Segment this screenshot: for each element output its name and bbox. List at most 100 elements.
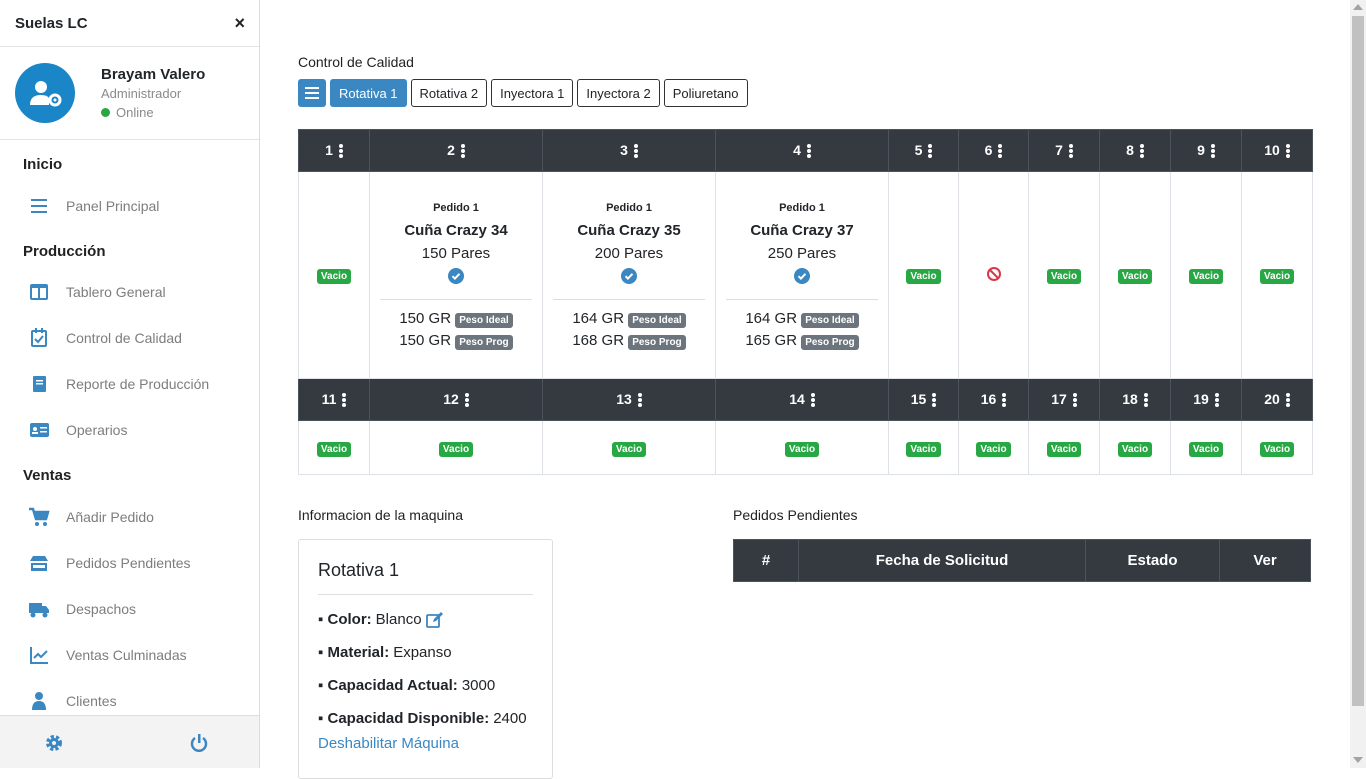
- kebab-menu-icon[interactable]: [342, 392, 347, 408]
- slot-cell[interactable]: [958, 171, 1029, 379]
- book-icon: [33, 376, 46, 392]
- scroll-down-arrow[interactable]: [1353, 757, 1363, 763]
- slot-cell[interactable]: Vacio: [1170, 171, 1242, 379]
- slot-header: 9: [1170, 129, 1242, 172]
- kebab-menu-icon[interactable]: [928, 143, 933, 159]
- weight-ideal-row: 164 GR Peso Ideal: [543, 310, 715, 328]
- slot-header: 13: [542, 378, 716, 421]
- edit-icon[interactable]: [425, 611, 444, 628]
- sidebar-item-label: Pedidos Pendientes: [66, 555, 191, 571]
- column-header[interactable]: Estado: [1085, 539, 1220, 582]
- user-icon: [32, 692, 46, 710]
- brand-header: Suelas LC ×: [0, 0, 259, 47]
- kebab-menu-icon[interactable]: [1285, 392, 1290, 408]
- kebab-menu-icon[interactable]: [932, 392, 937, 408]
- power-icon[interactable]: [189, 733, 209, 753]
- sidebar-item-label: Tablero General: [66, 284, 166, 300]
- sidebar-item-tablero-general[interactable]: Tablero General: [28, 279, 166, 305]
- empty-badge: Vacio: [1259, 269, 1295, 284]
- calendar-check-icon: [31, 328, 47, 347]
- slot-cell[interactable]: Vacio: [1028, 171, 1100, 379]
- slot-cell[interactable]: Vacio: [958, 420, 1029, 475]
- slot-number: 5: [914, 141, 923, 158]
- kebab-menu-icon[interactable]: [806, 143, 811, 159]
- column-header[interactable]: #: [733, 539, 799, 582]
- store-icon: [30, 556, 48, 571]
- slot-cell[interactable]: Vacio: [298, 420, 370, 475]
- scrollbar-thumb[interactable]: [1352, 16, 1364, 706]
- slot-cell[interactable]: Vacio: [1241, 171, 1313, 379]
- sidebar-item-panel-principal[interactable]: Panel Principal: [28, 193, 159, 219]
- kebab-menu-icon[interactable]: [1214, 392, 1219, 408]
- kebab-menu-icon[interactable]: [1285, 143, 1290, 159]
- kebab-menu-icon[interactable]: [464, 392, 469, 408]
- status-dot: [101, 108, 110, 117]
- slot-cell[interactable]: Vacio: [715, 420, 889, 475]
- kebab-menu-icon[interactable]: [633, 143, 638, 159]
- slot-cell[interactable]: Vacio: [1028, 420, 1100, 475]
- tab-rotativa-2[interactable]: Rotativa 2: [410, 79, 488, 107]
- sidebar-item-control-calidad[interactable]: Control de Calidad: [28, 325, 182, 351]
- slot-cell[interactable]: Pedido 1 Cuña Crazy 34 150 Pares 150 GR Pes…: [369, 171, 543, 379]
- disable-machine-link[interactable]: Deshabilitar Máquina: [318, 735, 552, 752]
- slot-cell[interactable]: Vacio: [1170, 420, 1242, 475]
- tab-inyectora-2[interactable]: Inyectora 2: [577, 79, 660, 107]
- sidebar-item-ventas-culminadas[interactable]: Ventas Culminadas: [28, 642, 187, 668]
- slot-cell[interactable]: Vacio: [1099, 420, 1171, 475]
- slot-header: 2: [369, 129, 543, 172]
- machine-info-title: Informacion de la maquina: [298, 507, 463, 523]
- scroll-up-arrow[interactable]: [1353, 4, 1363, 10]
- kebab-menu-icon[interactable]: [1139, 143, 1144, 159]
- kebab-menu-icon[interactable]: [998, 143, 1003, 159]
- kebab-menu-icon[interactable]: [1143, 392, 1148, 408]
- pairs-count: 250 Pares: [767, 245, 837, 262]
- slot-cell[interactable]: Vacio: [542, 420, 716, 475]
- close-icon[interactable]: ×: [234, 13, 245, 34]
- sidebar-item-operarios[interactable]: Operarios: [28, 417, 127, 443]
- slot-number: 19: [1193, 390, 1209, 407]
- gear-icon[interactable]: [44, 733, 64, 753]
- sidebar-item-despachos[interactable]: Despachos: [28, 596, 136, 622]
- section-inicio: Inicio: [23, 156, 63, 173]
- slot-cell[interactable]: Pedido 1 Cuña Crazy 35 200 Pares 164 GR Pes…: [542, 171, 716, 379]
- order-label: Pedido 1: [779, 202, 825, 214]
- sidebar-item-reporte-produccion[interactable]: Reporte de Producción: [28, 371, 209, 397]
- kebab-menu-icon[interactable]: [810, 392, 815, 408]
- kebab-menu-icon[interactable]: [460, 143, 465, 159]
- sidebar-item-clientes[interactable]: Clientes: [28, 688, 117, 714]
- kebab-menu-icon[interactable]: [338, 143, 343, 159]
- order-label: Pedido 1: [606, 202, 652, 214]
- tab-poliuretano[interactable]: Poliuretano: [663, 79, 748, 107]
- check-circle-icon: [794, 268, 810, 284]
- weight-prog-badge: Peso Prog: [801, 335, 859, 350]
- kebab-menu-icon[interactable]: [1002, 392, 1007, 408]
- sidebar-item-label: Panel Principal: [66, 198, 160, 214]
- menu-toggle-button[interactable]: [298, 79, 326, 107]
- slot-number: 17: [1051, 390, 1067, 407]
- column-header[interactable]: Ver: [1219, 539, 1311, 582]
- weight-prog-badge: Peso Prog: [455, 335, 513, 350]
- kebab-menu-icon[interactable]: [1210, 143, 1215, 159]
- slot-number: 15: [910, 390, 927, 407]
- slot-cell[interactable]: Pedido 1 Cuña Crazy 37 250 Pares 164 GR Pes…: [715, 171, 889, 379]
- kebab-menu-icon[interactable]: [1072, 392, 1077, 408]
- sidebar-item-label: Añadir Pedido: [66, 509, 154, 525]
- tab-inyectora-1[interactable]: Inyectora 1: [491, 79, 574, 107]
- slot-cell[interactable]: Vacio: [888, 171, 959, 379]
- slot-header: 20: [1241, 378, 1313, 421]
- empty-badge: Vacio: [1046, 269, 1082, 284]
- kebab-menu-icon[interactable]: [1068, 143, 1073, 159]
- slot-cell[interactable]: Vacio: [1099, 171, 1171, 379]
- slot-cell[interactable]: Vacio: [369, 420, 543, 475]
- brand-name: Suelas LC: [15, 14, 88, 32]
- sidebar-item-anadir-pedido[interactable]: Añadir Pedido: [28, 504, 154, 530]
- section-produccion: Producción: [23, 243, 106, 260]
- slot-cell[interactable]: Vacio: [888, 420, 959, 475]
- slot-cell[interactable]: Vacio: [1241, 420, 1313, 475]
- column-header[interactable]: Fecha de Solicitud: [798, 539, 1086, 582]
- sidebar-item-pedidos-pendientes[interactable]: Pedidos Pendientes: [28, 550, 191, 576]
- slot-cell[interactable]: Vacio: [298, 171, 370, 379]
- color-label: Color:: [327, 611, 372, 628]
- tab-rotativa-1[interactable]: Rotativa 1: [330, 79, 407, 107]
- kebab-menu-icon[interactable]: [637, 392, 642, 408]
